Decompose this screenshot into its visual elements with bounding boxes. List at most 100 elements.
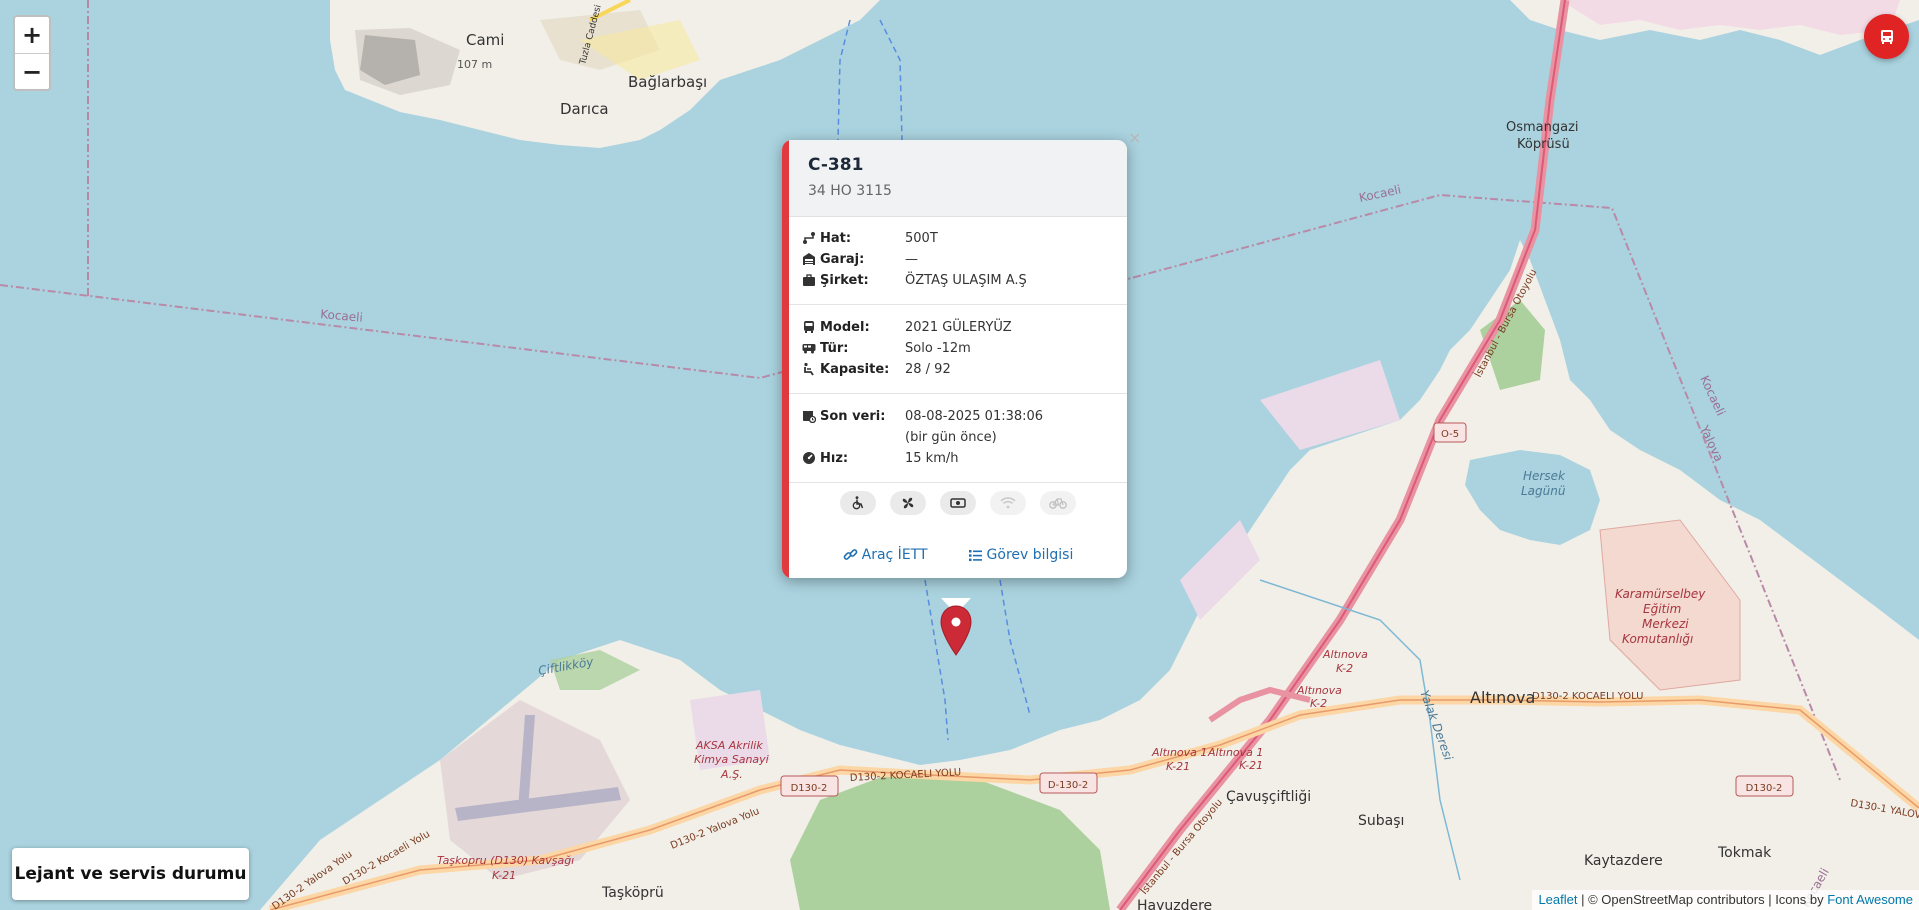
feature-wheelchair: [840, 491, 876, 515]
bus-icon: [804, 321, 814, 333]
row-hat: Hat: 500T: [802, 228, 938, 248]
gauge-icon: [803, 452, 815, 464]
place-karamursel-2: Eğitim: [1643, 602, 1681, 616]
popup-close-button[interactable]: ×: [1128, 128, 1141, 147]
place-cami-elevation: 107 m: [457, 58, 492, 71]
row-sonveri: Son veri: 08-08-2025 01:38:06: [802, 406, 1043, 426]
popup-section-vehicle: Model: 2021 GÜLERYÜZ Tür: Solo -12m Kapa…: [789, 305, 1127, 394]
place-taskopru: Taşköprü: [601, 885, 664, 901]
row-tur: Tür: Solo -12m: [802, 338, 971, 358]
vehicle-marker-icon[interactable]: [939, 605, 973, 657]
row-model: Model: 2021 GÜLERYÜZ: [802, 317, 1012, 337]
popup-accent-bar: [782, 140, 789, 578]
place-cami: Cami: [466, 31, 504, 49]
place-tokmak: Tokmak: [1717, 845, 1772, 861]
list-icon: [968, 549, 982, 561]
row-garaj: Garaj: —: [802, 249, 918, 269]
row-sonveri-relative: (bir gün önce): [905, 427, 997, 447]
place-taskopru-kavsak-code: K-21: [492, 869, 516, 882]
warehouse-icon: [803, 253, 815, 265]
attribution-text: | © OpenStreetMap contributors | Icons b…: [1577, 892, 1828, 907]
place-aksa-1: AKSA Akrilik: [695, 739, 763, 752]
garaj-value: —: [905, 251, 918, 267]
road-shield-o5: O-5: [1433, 422, 1467, 443]
popup-section-status: Son veri: 08-08-2025 01:38:06 (bir gün ö…: [789, 394, 1127, 483]
place-karamursel-3: Merkezi: [1642, 617, 1689, 631]
row-sirket: Şirket: ÖZTAŞ ULAŞIM A.Ş: [802, 270, 1027, 290]
place-aksa-2: Kimya Sanayi: [694, 753, 769, 766]
place-darica: Darıca: [560, 100, 609, 118]
place-altinova-k21a: Altınova 1: [1207, 746, 1263, 759]
popup-links: Araç İETT Görev bilgisi: [789, 540, 1127, 570]
place-altinova-k2b: Altınova: [1296, 684, 1342, 697]
wheelchair-icon: [852, 496, 864, 510]
vehicle-popup: C-381 34 HO 3115 Hat: 500T Garaj: — Şirk…: [782, 140, 1127, 578]
vehicle-plate: 34 HO 3115: [808, 183, 892, 199]
place-altinova-k2a: Altınova: [1322, 648, 1368, 661]
link-icon: [843, 548, 857, 560]
feature-badges: [789, 485, 1127, 535]
bus-fab-button[interactable]: [1864, 14, 1909, 59]
popup-section-route: Hat: 500T Garaj: — Şirket: ÖZTAŞ ULAŞIM …: [789, 216, 1127, 305]
row-kapasite: Kapasite: 28 / 92: [802, 359, 951, 379]
vehicle-id: C-381: [808, 155, 864, 175]
hat-value: 500T: [905, 230, 938, 246]
place-osmangazi: Osmangazi: [1506, 120, 1579, 135]
zoom-control: + −: [13, 15, 51, 91]
wifi-icon: [1000, 497, 1016, 509]
svg-text:D-130-2: D-130-2: [1048, 780, 1088, 791]
fan-icon: [902, 497, 914, 509]
place-karamursel-1: Karamürselbey: [1615, 587, 1706, 601]
seat-icon: [804, 362, 814, 376]
place-karamursel-4: Komutanlığı: [1622, 632, 1693, 646]
row-hiz: Hız: 15 km/h: [802, 448, 959, 468]
popup-header: C-381 34 HO 3115: [789, 140, 1127, 217]
road-shield-d130-2-c: D130-2: [1735, 775, 1794, 797]
place-hersek: Hersek: [1523, 469, 1566, 483]
road-shield-d130-2-a: D130-2: [780, 775, 839, 797]
place-cavuscifligi: Çavuşçiftliği: [1226, 789, 1311, 805]
bicycle-icon: [1049, 498, 1067, 509]
sirket-value: ÖZTAŞ ULAŞIM A.Ş: [905, 272, 1027, 288]
feature-payment: [940, 491, 976, 515]
svg-text:D130-2: D130-2: [1746, 783, 1783, 794]
place-baglarbasi: Bağlarbaşı: [628, 73, 707, 91]
arac-iett-link[interactable]: Araç İETT: [843, 540, 928, 570]
leaflet-link[interactable]: Leaflet: [1538, 892, 1577, 907]
place-altinova-k2a-code: K-2: [1336, 662, 1353, 675]
place-altinova-k2b-code: K-2: [1310, 697, 1327, 710]
tur-value: Solo -12m: [905, 340, 971, 356]
place-kaytazdere: Kaytazdere: [1584, 853, 1663, 869]
place-lagunu: Lagünü: [1521, 484, 1566, 498]
kapasite-value: 28 / 92: [905, 361, 951, 377]
model-value: 2021 GÜLERYÜZ: [905, 319, 1012, 335]
money-bill-icon: [950, 498, 966, 508]
place-subasi: Subaşı: [1358, 813, 1404, 829]
road-label-kocaeli-yolu-2: D130-2 KOCAELI YOLU: [1532, 691, 1643, 702]
hiz-value: 15 km/h: [905, 450, 959, 466]
road-shield-d130-2-b: D-130-2: [1039, 772, 1098, 794]
font-awesome-link[interactable]: Font Awesome: [1827, 892, 1913, 907]
sonveri-relative-value: (bir gün önce): [905, 429, 997, 445]
place-kopru: Köprüsü: [1517, 137, 1570, 152]
calendar-clock-icon: [803, 411, 816, 423]
feature-bicycle: [1040, 491, 1076, 515]
feature-wifi: [990, 491, 1026, 515]
briefcase-icon: [803, 274, 815, 286]
svg-text:D130-2: D130-2: [791, 783, 828, 794]
zoom-in-button[interactable]: +: [15, 17, 49, 54]
bus-side-icon: [802, 344, 816, 354]
feature-ac: [890, 491, 926, 515]
legend-button[interactable]: Lejant ve servis durumu: [12, 848, 249, 900]
place-altinova-k21b: Altınova 1: [1151, 746, 1207, 759]
svg-text:O-5: O-5: [1441, 429, 1459, 440]
route-icon: [803, 232, 815, 244]
place-aksa-3: A.Ş.: [720, 768, 743, 781]
place-taskopru-kavsak: Taşkopru (D130) Kavşağı: [437, 854, 574, 867]
place-altinova-k21b-code: K-21: [1166, 760, 1190, 773]
bus-icon: [1880, 29, 1893, 44]
zoom-out-button[interactable]: −: [15, 54, 49, 90]
gorev-bilgisi-link[interactable]: Görev bilgisi: [968, 540, 1073, 570]
place-altinova: Altınova: [1470, 688, 1535, 707]
sonveri-value: 08-08-2025 01:38:06: [905, 408, 1044, 424]
